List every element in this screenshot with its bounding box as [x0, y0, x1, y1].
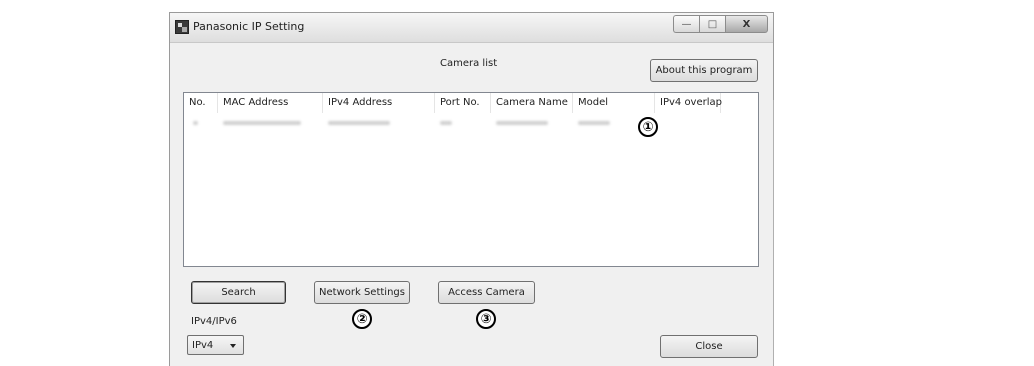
minimize-button[interactable]: — — [673, 15, 699, 33]
camera-list-view[interactable]: No. MAC Address IPv4 Address Port No. Ca… — [183, 92, 759, 267]
callout-1: ① — [638, 117, 658, 137]
column-header-no[interactable]: No. — [184, 93, 218, 113]
table-row[interactable] — [184, 115, 758, 131]
table-cell — [218, 115, 323, 131]
column-header-ipv4[interactable]: IPv4 Address — [323, 93, 435, 113]
window-title: Panasonic IP Setting — [193, 20, 305, 33]
about-button[interactable]: About this program — [650, 59, 758, 82]
table-cell — [435, 115, 491, 131]
app-icon — [175, 20, 189, 34]
table-cell — [184, 115, 218, 131]
ip-version-select[interactable]: IPv4 — [187, 335, 244, 355]
maximize-button[interactable]: □ — [699, 15, 725, 33]
close-window-button[interactable]: X — [725, 15, 768, 33]
access-camera-button[interactable]: Access Camera — [438, 281, 535, 304]
search-button[interactable]: Search — [191, 281, 286, 304]
ip-version-value: IPv4 — [192, 339, 214, 351]
list-header: No. MAC Address IPv4 Address Port No. Ca… — [184, 93, 758, 113]
network-settings-button[interactable]: Network Settings — [314, 281, 410, 304]
dropdown-arrow-icon — [230, 344, 236, 348]
table-cell — [491, 115, 573, 131]
column-header-port[interactable]: Port No. — [435, 93, 491, 113]
column-header-camera-name[interactable]: Camera Name — [491, 93, 573, 113]
callout-3: ③ — [476, 309, 496, 329]
window-shadow-edge — [773, 100, 774, 366]
column-header-model[interactable]: Model — [573, 93, 655, 113]
window-controls: — □ X — [673, 15, 768, 33]
close-button[interactable]: Close — [660, 335, 758, 358]
camera-list-label: Camera list — [440, 58, 498, 69]
title-bar[interactable]: Panasonic IP Setting — □ X — [170, 13, 773, 43]
app-window: Panasonic IP Setting — □ X Camera list A… — [169, 12, 774, 366]
callout-2: ② — [352, 309, 372, 329]
column-header-mac[interactable]: MAC Address — [218, 93, 323, 113]
column-header-ipv4-overlap[interactable]: IPv4 overlap — [655, 93, 722, 113]
ip-version-label: IPv4/IPv6 — [191, 316, 237, 327]
table-cell — [323, 115, 435, 131]
